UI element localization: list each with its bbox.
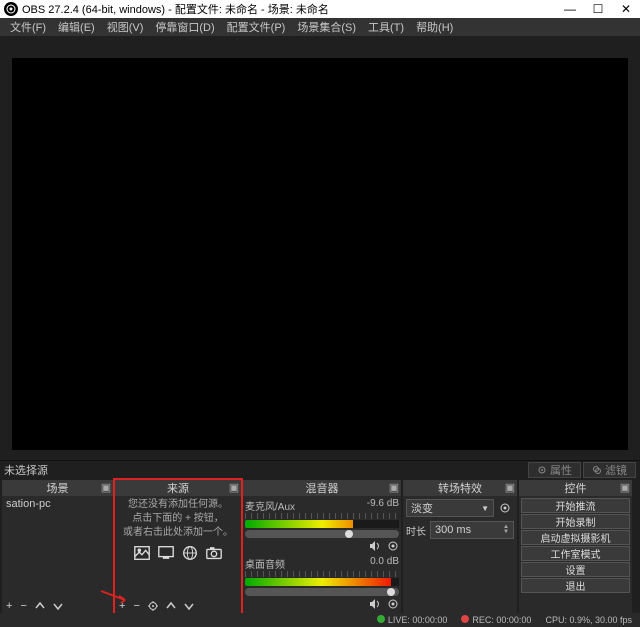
- dock-popout-icon[interactable]: ▣: [620, 482, 630, 492]
- dock-popout-icon[interactable]: ▣: [101, 482, 111, 492]
- window-minimize-button[interactable]: —: [556, 0, 584, 18]
- controls-body: 开始推流 开始录制 启动虚拟摄影机 工作室模式 设置 退出: [519, 496, 632, 614]
- preview-canvas[interactable]: [12, 58, 628, 450]
- transition-properties-button[interactable]: [496, 499, 514, 517]
- menu-view[interactable]: 视图(V): [101, 19, 150, 35]
- gear-icon[interactable]: [387, 598, 399, 610]
- transitions-dock-header[interactable]: 转场特效 ▣: [403, 480, 517, 496]
- add-source-button[interactable]: +: [119, 600, 125, 612]
- mixer-scale: [245, 571, 399, 577]
- mixer-dock-header[interactable]: 混音器 ▣: [243, 480, 401, 496]
- transitions-dock: 转场特效 ▣ 淡变 ▼ 时长 300 ms ▲ ▼: [403, 480, 517, 614]
- mixer-volume-slider[interactable]: [245, 530, 399, 538]
- source-properties-button[interactable]: [148, 601, 158, 611]
- remove-source-button[interactable]: −: [133, 600, 139, 612]
- mixer-channel-name: 麦克风/Aux: [245, 498, 295, 513]
- transition-duration-input[interactable]: 300 ms ▲ ▼: [430, 521, 514, 539]
- transition-select[interactable]: 淡变 ▼: [406, 499, 494, 517]
- window-close-button[interactable]: ✕: [612, 0, 640, 18]
- menu-tools[interactable]: 工具(T): [362, 19, 410, 35]
- dock-popout-icon[interactable]: ▣: [505, 482, 515, 492]
- sources-dock: 来源 ▣ 您还没有添加任何源。 点击下面的 + 按钮， 或者右击此处添加一个。 …: [115, 480, 241, 614]
- live-dot-icon: [377, 615, 385, 623]
- scenes-dock: 场景 ▣ sation-pc + −: [2, 480, 113, 614]
- gear-icon[interactable]: [387, 540, 399, 552]
- menu-edit[interactable]: 编辑(E): [52, 19, 101, 35]
- speaker-icon[interactable]: [369, 540, 381, 552]
- mixer-channel-name: 桌面音频: [245, 556, 285, 571]
- start-streaming-button[interactable]: 开始推流: [521, 498, 630, 513]
- menu-scene-collection[interactable]: 场景集合(S): [291, 19, 362, 35]
- settings-button[interactable]: 设置: [521, 562, 630, 577]
- status-rec: REC: 00:00:00: [461, 615, 531, 625]
- mixer-channel-desktop: 桌面音频 0.0 dB: [245, 556, 399, 610]
- sources-dock-header[interactable]: 来源 ▣: [115, 480, 241, 496]
- spin-down-icon[interactable]: ▼: [503, 530, 509, 535]
- preview-area: [0, 36, 640, 460]
- rec-dot-icon: [461, 615, 469, 623]
- window-maximize-button[interactable]: ☐: [584, 0, 612, 18]
- remove-scene-button[interactable]: −: [20, 600, 26, 612]
- start-virtualcam-button[interactable]: 启动虚拟摄影机: [521, 530, 630, 545]
- gear-icon: [537, 465, 547, 475]
- menu-dock[interactable]: 停靠窗口(D): [149, 19, 220, 35]
- dock-popout-icon[interactable]: ▣: [389, 482, 399, 492]
- window-title: OBS 27.2.4 (64-bit, windows) - 配置文件: 未命名…: [22, 1, 556, 17]
- menubar: 文件(F) 编辑(E) 视图(V) 停靠窗口(D) 配置文件(P) 场景集合(S…: [0, 18, 640, 36]
- scenes-toolbar: + −: [2, 598, 113, 614]
- menu-file[interactable]: 文件(F): [4, 19, 52, 35]
- obs-logo-icon: [4, 2, 18, 16]
- docks-container: 场景 ▣ sation-pc + − 来源 ▣ 您还没有添加任何源。 点击下面的…: [0, 480, 640, 614]
- status-cpu: CPU: 0.9%, 30.00 fps: [545, 615, 632, 625]
- globe-icon: [181, 544, 199, 562]
- start-recording-button[interactable]: 开始录制: [521, 514, 630, 529]
- mixer-channel-mic: 麦克风/Aux -9.6 dB: [245, 498, 399, 552]
- sources-empty-hint: 您还没有添加任何源。 点击下面的 + 按钮， 或者右击此处添加一个。: [115, 496, 241, 542]
- speaker-icon[interactable]: [369, 598, 381, 610]
- transitions-body: 淡变 ▼ 时长 300 ms ▲ ▼: [403, 496, 517, 614]
- sources-list[interactable]: 您还没有添加任何源。 点击下面的 + 按钮， 或者右击此处添加一个。: [115, 496, 241, 598]
- filters-button[interactable]: 滤镜: [583, 462, 636, 478]
- studio-mode-button[interactable]: 工作室模式: [521, 546, 630, 561]
- move-scene-up-button[interactable]: [35, 601, 45, 611]
- controls-dock: 控件 ▣ 开始推流 开始录制 启动虚拟摄影机 工作室模式 设置 退出: [519, 480, 632, 614]
- add-scene-button[interactable]: +: [6, 600, 12, 612]
- status-bar: LIVE: 00:00:00 REC: 00:00:00 CPU: 0.9%, …: [0, 613, 640, 627]
- scene-item[interactable]: sation-pc: [2, 496, 113, 512]
- menu-help[interactable]: 帮助(H): [410, 19, 459, 35]
- filters-icon: [592, 465, 602, 475]
- camera-icon: [205, 544, 223, 562]
- mixer-channel-db: 0.0 dB: [370, 556, 399, 571]
- window-titlebar: OBS 27.2.4 (64-bit, windows) - 配置文件: 未命名…: [0, 0, 640, 18]
- properties-button[interactable]: 属性: [528, 462, 581, 478]
- status-live: LIVE: 00:00:00: [377, 615, 448, 625]
- display-icon: [157, 544, 175, 562]
- mixer-scale: [245, 513, 399, 519]
- move-source-up-button[interactable]: [166, 601, 176, 611]
- sources-hint-icons: [115, 544, 241, 562]
- exit-button[interactable]: 退出: [521, 578, 630, 593]
- dock-popout-icon[interactable]: ▣: [229, 482, 239, 492]
- mixer-body: 麦克风/Aux -9.6 dB 桌面音频 0.0 dB: [243, 496, 401, 614]
- mixer-channel-db: -9.6 dB: [367, 498, 399, 513]
- mixer-dock: 混音器 ▣ 麦克风/Aux -9.6 dB 桌面音频 0.: [243, 480, 401, 614]
- chevron-down-icon: ▼: [481, 504, 489, 513]
- scenes-dock-header[interactable]: 场景 ▣: [2, 480, 113, 496]
- move-scene-down-button[interactable]: [53, 601, 63, 611]
- sources-toolbar: + −: [115, 598, 241, 614]
- source-toolbar: 未选择源 属性 滤镜: [0, 460, 640, 478]
- mixer-meter: [245, 578, 399, 586]
- image-icon: [133, 544, 151, 562]
- controls-dock-header[interactable]: 控件 ▣: [519, 480, 632, 496]
- duration-label: 时长: [406, 523, 426, 538]
- mixer-meter: [245, 520, 399, 528]
- mixer-volume-slider[interactable]: [245, 588, 399, 596]
- scenes-list[interactable]: sation-pc: [2, 496, 113, 598]
- menu-profile[interactable]: 配置文件(P): [221, 19, 292, 35]
- no-source-selected-label: 未选择源: [4, 462, 48, 478]
- move-source-down-button[interactable]: [184, 601, 194, 611]
